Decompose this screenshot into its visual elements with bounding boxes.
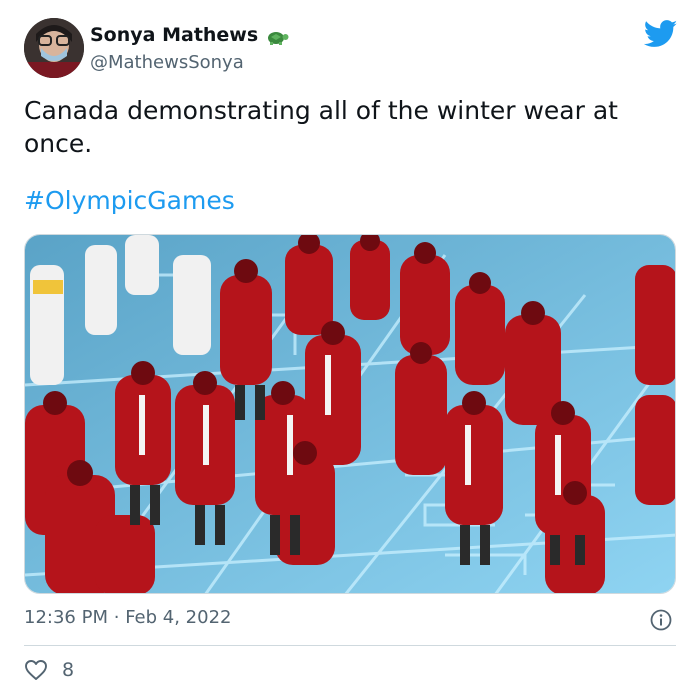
tweet-timestamp[interactable]: 12:36 PM · Feb 4, 2022 xyxy=(24,607,231,628)
tweet-time: 12:36 PM xyxy=(24,607,108,628)
avatar[interactable] xyxy=(24,18,84,78)
info-icon[interactable] xyxy=(650,609,672,631)
hashtag-link[interactable]: #OlympicGames xyxy=(24,186,235,215)
like-count[interactable]: 8 xyxy=(62,659,74,681)
divider xyxy=(24,645,676,646)
heart-icon[interactable] xyxy=(24,659,48,681)
tweet-card: Sonya Mathews @MathewsSonya Canada demon… xyxy=(0,0,700,698)
tweet-text: Canada demonstrating all of the winter w… xyxy=(24,96,618,158)
tweet-image[interactable] xyxy=(24,234,676,594)
timestamp-separator: · xyxy=(113,607,120,628)
author-handle[interactable]: @MathewsSonya xyxy=(90,52,244,73)
turtle-icon xyxy=(268,32,289,45)
twitter-bird-icon[interactable] xyxy=(644,20,678,48)
tweet-date: Feb 4, 2022 xyxy=(125,607,232,628)
author-name[interactable]: Sonya Mathews xyxy=(90,24,258,46)
